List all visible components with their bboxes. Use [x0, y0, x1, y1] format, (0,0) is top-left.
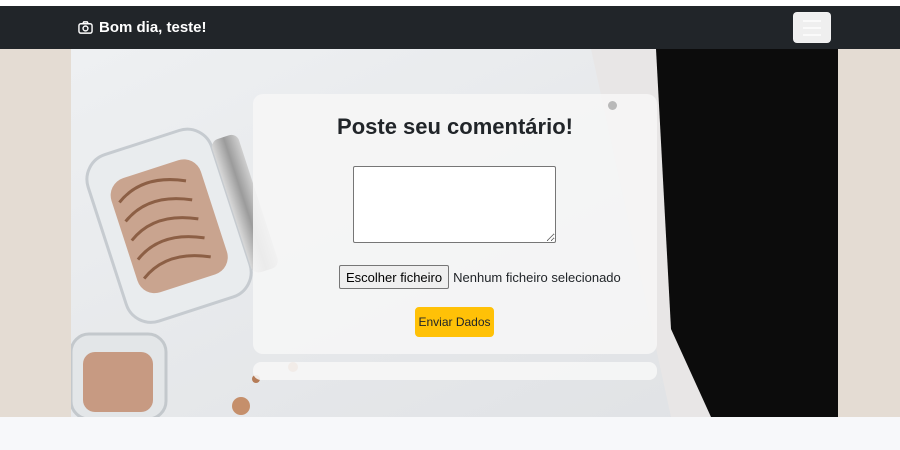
submit-button[interactable]: Enviar Dados	[415, 307, 494, 337]
card-dot-indicator	[608, 101, 617, 110]
comment-form-title: Poste seu comentário!	[337, 114, 573, 139]
choose-file-button[interactable]: Escolher ficheiro	[339, 265, 450, 289]
navbar-toggler-button[interactable]	[793, 12, 831, 43]
brand-text: Bom dia, teste!	[99, 19, 207, 36]
secondary-card-bar	[253, 362, 657, 380]
comment-textarea[interactable]	[353, 166, 556, 243]
footer-area	[0, 417, 900, 450]
navbar: Bom dia, teste!	[0, 6, 900, 49]
file-status-text: Nenhum ficheiro selecionado	[453, 269, 621, 285]
hamburger-menu-icon	[803, 19, 821, 22]
file-input: Escolher ficheiro Nenhum ficheiro seleci…	[339, 265, 621, 289]
navbar-brand[interactable]: Bom dia, teste!	[78, 6, 207, 49]
camera-icon	[78, 21, 93, 34]
comment-form-card: Poste seu comentário! Escolher ficheiro …	[253, 94, 657, 354]
